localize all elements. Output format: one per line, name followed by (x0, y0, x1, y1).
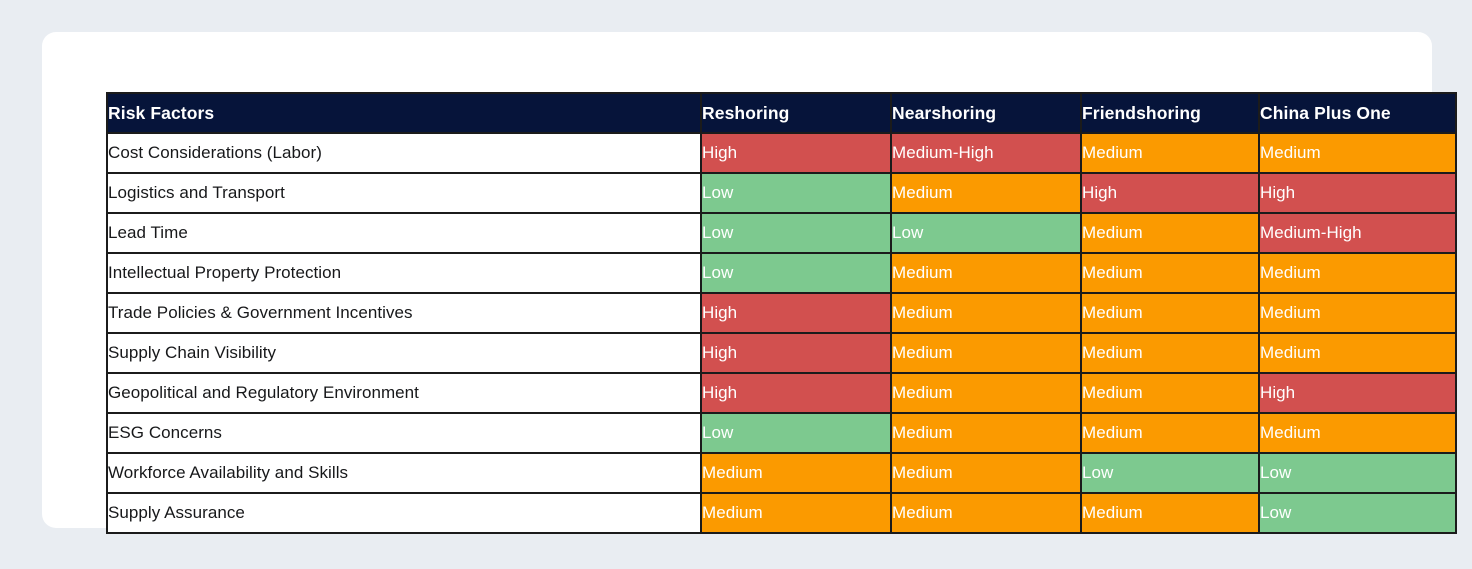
table-row: Supply Assurance Medium Medium Medium Low (106, 492, 1457, 534)
risk-comparison-table: Risk Factors Reshoring Nearshoring Frien… (106, 92, 1457, 534)
column-header-reshoring: Reshoring (700, 92, 892, 134)
table-row: Lead Time Low Low Medium Medium-High (106, 212, 1457, 254)
rating-cell-reshoring: High (700, 292, 892, 334)
rating-cell-china-plus-one: Medium (1258, 292, 1457, 334)
rating-cell-reshoring: Medium (700, 492, 892, 534)
risk-factor-cell: Workforce Availability and Skills (106, 452, 702, 494)
table-card: Risk Factors Reshoring Nearshoring Frien… (42, 32, 1457, 534)
rating-cell-china-plus-one: Medium (1258, 332, 1457, 374)
risk-factor-cell: Lead Time (106, 212, 702, 254)
column-header-nearshoring: Nearshoring (890, 92, 1082, 134)
table-body: Cost Considerations (Labor) High Medium-Hi… (106, 132, 1457, 534)
rating-cell-nearshoring: Medium (890, 372, 1082, 414)
column-header-friendshoring: Friendshoring (1080, 92, 1260, 134)
rating-cell-nearshoring: Medium-High (890, 132, 1082, 174)
rating-cell-china-plus-one: Medium (1258, 412, 1457, 454)
rating-cell-reshoring: High (700, 372, 892, 414)
rating-cell-nearshoring: Medium (890, 492, 1082, 534)
table-row: Logistics and Transport Low Medium High High (106, 172, 1457, 214)
column-header-china-plus-one: China Plus One (1258, 92, 1457, 134)
rating-cell-nearshoring: Medium (890, 412, 1082, 454)
rating-cell-nearshoring: Medium (890, 332, 1082, 374)
rating-cell-reshoring: Low (700, 212, 892, 254)
rating-cell-nearshoring: Medium (890, 252, 1082, 294)
rating-cell-reshoring: High (700, 332, 892, 374)
risk-table-container: Risk Factors Reshoring Nearshoring Frien… (106, 92, 1457, 534)
rating-cell-nearshoring: Medium (890, 292, 1082, 334)
rating-cell-friendshoring: Medium (1080, 252, 1260, 294)
rating-cell-china-plus-one: Medium-High (1258, 212, 1457, 254)
table-row: Intellectual Property Protection Low Mediu… (106, 252, 1457, 294)
table-row: Cost Considerations (Labor) High Medium-Hi… (106, 132, 1457, 174)
rating-cell-china-plus-one: High (1258, 372, 1457, 414)
risk-factor-cell: Cost Considerations (Labor) (106, 132, 702, 174)
rating-cell-friendshoring: Medium (1080, 212, 1260, 254)
rating-cell-friendshoring: Medium (1080, 292, 1260, 334)
rating-cell-reshoring: Low (700, 252, 892, 294)
rating-cell-reshoring: Low (700, 172, 892, 214)
risk-factor-cell: Trade Policies & Government Incentives (106, 292, 702, 334)
risk-factor-cell: Logistics and Transport (106, 172, 702, 214)
risk-factor-cell: Supply Chain Visibility (106, 332, 702, 374)
risk-factor-cell: Supply Assurance (106, 492, 702, 534)
rating-cell-friendshoring: Medium (1080, 372, 1260, 414)
rating-cell-china-plus-one: Medium (1258, 252, 1457, 294)
risk-factor-cell: Intellectual Property Protection (106, 252, 702, 294)
table-header: Risk Factors Reshoring Nearshoring Frien… (106, 92, 1457, 134)
rating-cell-china-plus-one: Low (1258, 452, 1457, 494)
rating-cell-nearshoring: Low (890, 212, 1082, 254)
table-row: Workforce Availability and Skills Medium M… (106, 452, 1457, 494)
table-row: Geopolitical and Regulatory Environment H… (106, 372, 1457, 414)
table-row: Supply Chain Visibility High Medium Medium M… (106, 332, 1457, 374)
rating-cell-friendshoring: Medium (1080, 332, 1260, 374)
rating-cell-china-plus-one: Low (1258, 492, 1457, 534)
rating-cell-friendshoring: Medium (1080, 132, 1260, 174)
rating-cell-china-plus-one: Medium (1258, 132, 1457, 174)
table-row: Trade Policies & Government Incentives Hi… (106, 292, 1457, 334)
rating-cell-nearshoring: Medium (890, 172, 1082, 214)
rating-cell-friendshoring: High (1080, 172, 1260, 214)
rating-cell-china-plus-one: High (1258, 172, 1457, 214)
rating-cell-friendshoring: Medium (1080, 492, 1260, 534)
rating-cell-nearshoring: Medium (890, 452, 1082, 494)
rating-cell-reshoring: Medium (700, 452, 892, 494)
table-row: ESG Concerns Low Medium Medium Medium (106, 412, 1457, 454)
risk-factor-cell: ESG Concerns (106, 412, 702, 454)
column-header-risk-factors: Risk Factors (106, 92, 702, 134)
risk-factor-cell: Geopolitical and Regulatory Environment (106, 372, 702, 414)
rating-cell-friendshoring: Low (1080, 452, 1260, 494)
rating-cell-reshoring: Low (700, 412, 892, 454)
rating-cell-friendshoring: Medium (1080, 412, 1260, 454)
rating-cell-reshoring: High (700, 132, 892, 174)
page-root: Risk Factors Reshoring Nearshoring Frien… (0, 0, 1472, 569)
table-header-row: Risk Factors Reshoring Nearshoring Frien… (106, 92, 1457, 134)
